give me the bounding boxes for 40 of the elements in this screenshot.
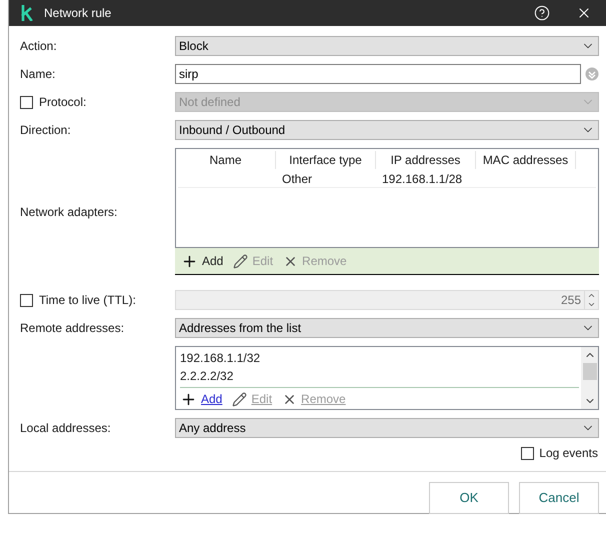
help-icon[interactable]: [534, 5, 550, 21]
column-header[interactable]: Name: [176, 150, 276, 168]
dropdown-value: Block: [179, 38, 208, 55]
checkbox-label: Log events: [539, 445, 598, 462]
dropdown[interactable]: Block: [175, 36, 599, 56]
action-button[interactable]: Add: [202, 252, 224, 270]
field-label: Remote addresses:: [20, 320, 126, 337]
action-link[interactable]: Add: [201, 390, 222, 408]
field-label: Time to live (TTL):: [39, 292, 136, 309]
dialog-button[interactable]: OK: [429, 482, 509, 514]
address-item[interactable]: 192.168.1.1/32: [180, 349, 581, 367]
window-title: Network rule: [44, 5, 112, 22]
dropdown[interactable]: Addresses from the list: [175, 318, 599, 338]
column-header[interactable]: Interface type: [276, 150, 376, 168]
dropdown-value: Inbound / Outbound: [179, 122, 286, 139]
field-label: Protocol:: [39, 94, 86, 111]
column-header[interactable]: MAC addresses: [476, 150, 576, 168]
dropdown-value: Addresses from the list: [179, 320, 302, 337]
table-cell-text: Other: [281, 172, 312, 186]
ttl-value: 255: [560, 292, 582, 309]
logo-icon: [21, 5, 33, 21]
column-header[interactable]: IP addresses: [376, 150, 476, 168]
dropdown-value: Not defined: [179, 94, 240, 111]
field-label: Local addresses:: [20, 420, 112, 437]
field-label: Direction:: [20, 122, 72, 139]
pencil-icon: [232, 392, 248, 406]
scrollbar[interactable]: [581, 347, 598, 409]
dropdown[interactable]: Inbound / Outbound: [175, 120, 599, 140]
dropdown-value: Any address: [179, 420, 246, 437]
field-label: Network adapters:: [20, 204, 118, 220]
scroll-thumb[interactable]: [582, 363, 596, 380]
field-label: Name:: [20, 66, 56, 83]
address-item[interactable]: 2.2.2.2/32: [180, 367, 581, 385]
table-cell-text: 192.168.1.1/28: [381, 172, 462, 186]
field-label: Action:: [20, 38, 58, 55]
dropdown[interactable]: Any address: [175, 418, 599, 438]
checkbox[interactable]: [521, 446, 534, 460]
name-field[interactable]: sirp: [175, 64, 581, 84]
dialog-button[interactable]: Cancel: [519, 482, 599, 514]
pencil-icon: [233, 254, 248, 268]
